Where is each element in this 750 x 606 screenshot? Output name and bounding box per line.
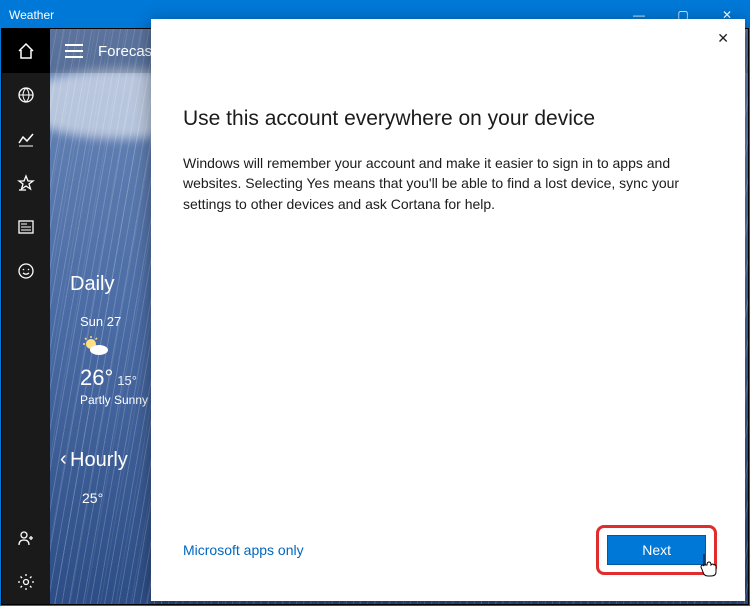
map-icon[interactable] — [2, 73, 50, 117]
feedback-icon[interactable] — [2, 249, 50, 293]
account-dialog: ✕ Use this account everywhere on your de… — [151, 19, 745, 601]
microsoft-apps-only-link[interactable]: Microsoft apps only — [183, 542, 304, 558]
dialog-body: Windows will remember your account and m… — [183, 153, 713, 214]
home-icon[interactable] — [2, 29, 50, 73]
historical-icon[interactable] — [2, 117, 50, 161]
signin-icon[interactable] — [2, 516, 50, 560]
settings-icon[interactable] — [2, 560, 50, 604]
weather-window: Weather — ▢ ✕ — [0, 0, 750, 606]
news-icon[interactable] — [2, 205, 50, 249]
prev-day-button[interactable]: ‹ — [60, 448, 67, 471]
highlight-annotation: Next — [596, 525, 717, 575]
dialog-close-button[interactable]: ✕ — [711, 27, 735, 49]
high-temp: 26° — [80, 365, 113, 390]
low-temp: 15° — [117, 373, 137, 388]
favorites-icon[interactable] — [2, 161, 50, 205]
sidebar — [2, 29, 50, 604]
next-button[interactable]: Next — [607, 535, 706, 565]
page-title: Forecast — [98, 43, 156, 60]
hamburger-icon[interactable] — [50, 29, 98, 73]
dialog-title: Use this account everywhere on your devi… — [183, 107, 713, 131]
